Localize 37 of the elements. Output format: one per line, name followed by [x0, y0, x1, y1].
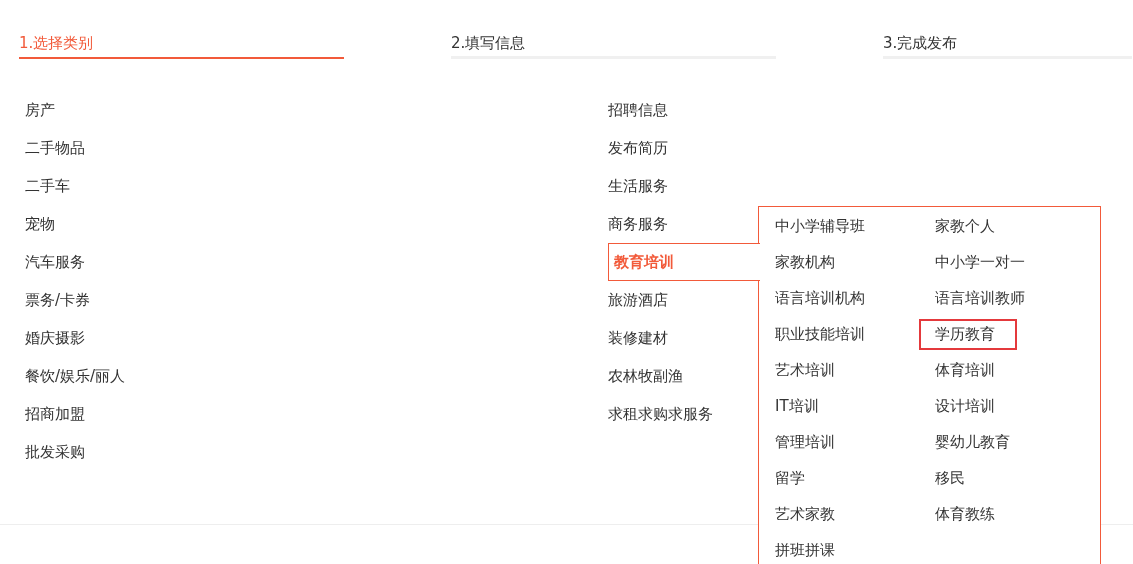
- subcategory-item[interactable]: 学历教育: [919, 318, 1017, 350]
- subcategory-item[interactable]: 管理培训: [759, 426, 857, 458]
- category-item[interactable]: 宠物: [25, 205, 55, 243]
- subcategory-item[interactable]: 语言培训机构: [759, 282, 887, 314]
- category-item[interactable]: 招商加盟: [25, 395, 85, 433]
- subcategory-item[interactable]: 家教个人: [919, 210, 1017, 242]
- subcategory-item[interactable]: 体育培训: [919, 354, 1017, 386]
- category-item[interactable]: 商务服务: [608, 205, 668, 243]
- subcategory-item[interactable]: 家教机构: [759, 246, 857, 278]
- subcategory-item[interactable]: 职业技能培训: [759, 318, 887, 350]
- category-item[interactable]: 装修建材: [608, 319, 668, 357]
- category-item[interactable]: 招聘信息: [608, 91, 668, 129]
- subcategory-item[interactable]: 体育教练: [919, 498, 1017, 530]
- subcategory-item[interactable]: 语言培训教师: [919, 282, 1047, 314]
- category-item[interactable]: 旅游酒店: [608, 281, 668, 319]
- subcategory-item[interactable]: 拼班拼课: [759, 534, 857, 564]
- category-item[interactable]: 二手车: [25, 167, 70, 205]
- category-item[interactable]: 生活服务: [608, 167, 668, 205]
- category-item[interactable]: 求租求购求服务: [608, 395, 713, 433]
- subcategory-item[interactable]: IT培训: [759, 390, 841, 422]
- category-item[interactable]: 汽车服务: [25, 243, 85, 281]
- category-item[interactable]: 婚庆摄影: [25, 319, 85, 357]
- subcategory-item[interactable]: 移民: [919, 462, 987, 494]
- subcategory-item[interactable]: 艺术培训: [759, 354, 857, 386]
- category-item[interactable]: 二手物品: [25, 129, 85, 167]
- category-item[interactable]: 农林牧副渔: [608, 357, 683, 395]
- category-item[interactable]: 批发采购: [25, 433, 85, 471]
- category-item[interactable]: 发布简历: [608, 129, 668, 167]
- category-item[interactable]: 票务/卡券: [25, 281, 91, 319]
- subcategory-item[interactable]: 婴幼儿教育: [919, 426, 1032, 458]
- category-item[interactable]: 房产: [25, 91, 55, 129]
- subcategory-item[interactable]: 中小学辅导班: [759, 210, 887, 242]
- subcategory-item[interactable]: 中小学一对一: [919, 246, 1047, 278]
- category-item[interactable]: 餐饮/娱乐/丽人: [25, 357, 126, 395]
- subcategory-item[interactable]: 留学: [759, 462, 827, 494]
- subcategory-item[interactable]: 艺术家教: [759, 498, 857, 530]
- subcategory-item[interactable]: 设计培训: [919, 390, 1017, 422]
